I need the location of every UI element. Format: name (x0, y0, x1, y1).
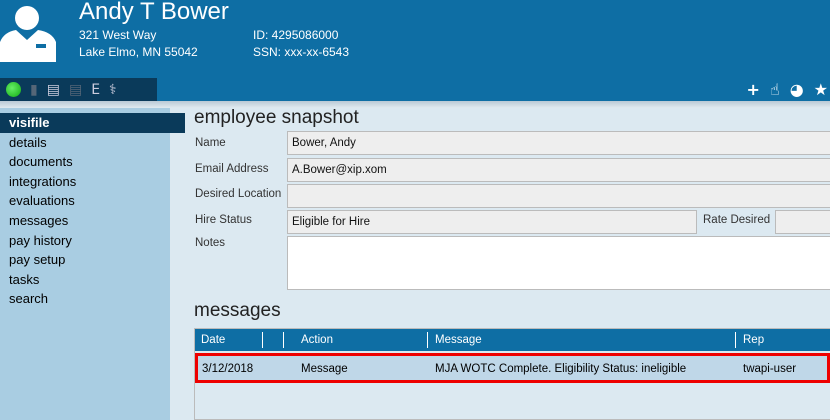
employee-id: ID: 4295086000 (253, 28, 339, 42)
rate-desired-field[interactable] (775, 210, 830, 234)
column-divider (427, 332, 428, 348)
sidebar: visifile details documents integrations … (0, 108, 185, 420)
caduceus-icon[interactable]: ⚕ (109, 83, 117, 97)
sidebar-item-documents[interactable]: documents (0, 152, 170, 172)
avatar-icon (0, 6, 56, 62)
sidebar-item-pay-history[interactable]: pay history (0, 231, 170, 251)
cell-date: 3/12/2018 (202, 363, 254, 375)
hire-status-field[interactable]: Eligible for Hire (287, 210, 697, 234)
address-line-2: Lake Elmo, MN 55042 (79, 45, 198, 59)
sidebar-item-search[interactable]: search (0, 289, 170, 309)
pie-chart-icon[interactable]: ◕ (790, 80, 804, 99)
table-row[interactable]: 3/12/2018 Message MJA WOTC Complete. Eli… (195, 353, 830, 383)
sidebar-item-tasks[interactable]: tasks (0, 270, 170, 290)
column-divider (262, 332, 263, 348)
toolbar: ▮ ▤ ▤ E ⚕ + ☝ ◕ ★ (0, 78, 830, 101)
id-card-icon[interactable]: ▤ (47, 83, 60, 97)
column-rep[interactable]: Rep (743, 334, 764, 346)
messages-table: Date Action Message Rep 3/12/2018 Messag… (194, 328, 830, 420)
employee-header: Andy T Bower 321 West Way Lake Elmo, MN … (0, 0, 830, 78)
document-icon[interactable]: ▮ (30, 83, 38, 97)
e-verify-icon[interactable]: E (91, 83, 100, 97)
column-date[interactable]: Date (201, 334, 225, 346)
rate-desired-label: Rate Desired (703, 214, 771, 226)
divider (0, 101, 830, 108)
address-line-1: 321 West Way (79, 28, 157, 42)
sidebar-item-integrations[interactable]: integrations (0, 172, 170, 192)
employee-ssn: SSN: xxx-xx-6543 (253, 45, 350, 59)
notes-label: Notes (195, 237, 226, 249)
status-green-dot-icon[interactable] (6, 82, 21, 97)
sidebar-item-visifile[interactable]: visifile (0, 113, 185, 133)
status-icons: ▮ ▤ ▤ E ⚕ (0, 78, 157, 101)
column-divider (283, 332, 284, 348)
cell-action: Message (301, 363, 348, 375)
sidebar-item-messages[interactable]: messages (0, 211, 170, 231)
sidebar-item-details[interactable]: details (0, 133, 170, 153)
column-message[interactable]: Message (435, 334, 482, 346)
name-field[interactable]: Bower, Andy (287, 131, 830, 155)
cell-rep: twapi-user (743, 363, 797, 375)
desired-location-field[interactable] (287, 184, 830, 208)
email-label: Email Address (195, 163, 269, 175)
employee-name: Andy T Bower (79, 0, 229, 25)
name-label: Name (195, 137, 226, 149)
messages-title: messages (194, 300, 281, 321)
desired-location-label: Desired Location (195, 188, 282, 200)
email-field[interactable]: A.Bower@xip.xom (287, 158, 830, 182)
sidebar-item-pay-setup[interactable]: pay setup (0, 250, 170, 270)
table-header: Date Action Message Rep (195, 329, 830, 351)
hand-pointer-icon[interactable]: ☝ (770, 80, 780, 99)
notes-field[interactable] (287, 236, 830, 290)
column-divider (735, 332, 736, 348)
sidebar-item-evaluations[interactable]: evaluations (0, 191, 170, 211)
cell-message: MJA WOTC Complete. Eligibility Status: i… (435, 363, 687, 375)
snapshot-title: employee snapshot (194, 107, 359, 128)
column-action[interactable]: Action (301, 334, 333, 346)
action-icons: + ☝ ◕ ★ (747, 78, 830, 101)
plus-icon[interactable]: + (747, 80, 760, 99)
hire-status-label: Hire Status (195, 214, 252, 226)
id-card-dim-icon[interactable]: ▤ (69, 83, 82, 97)
star-icon[interactable]: ★ (814, 80, 828, 99)
